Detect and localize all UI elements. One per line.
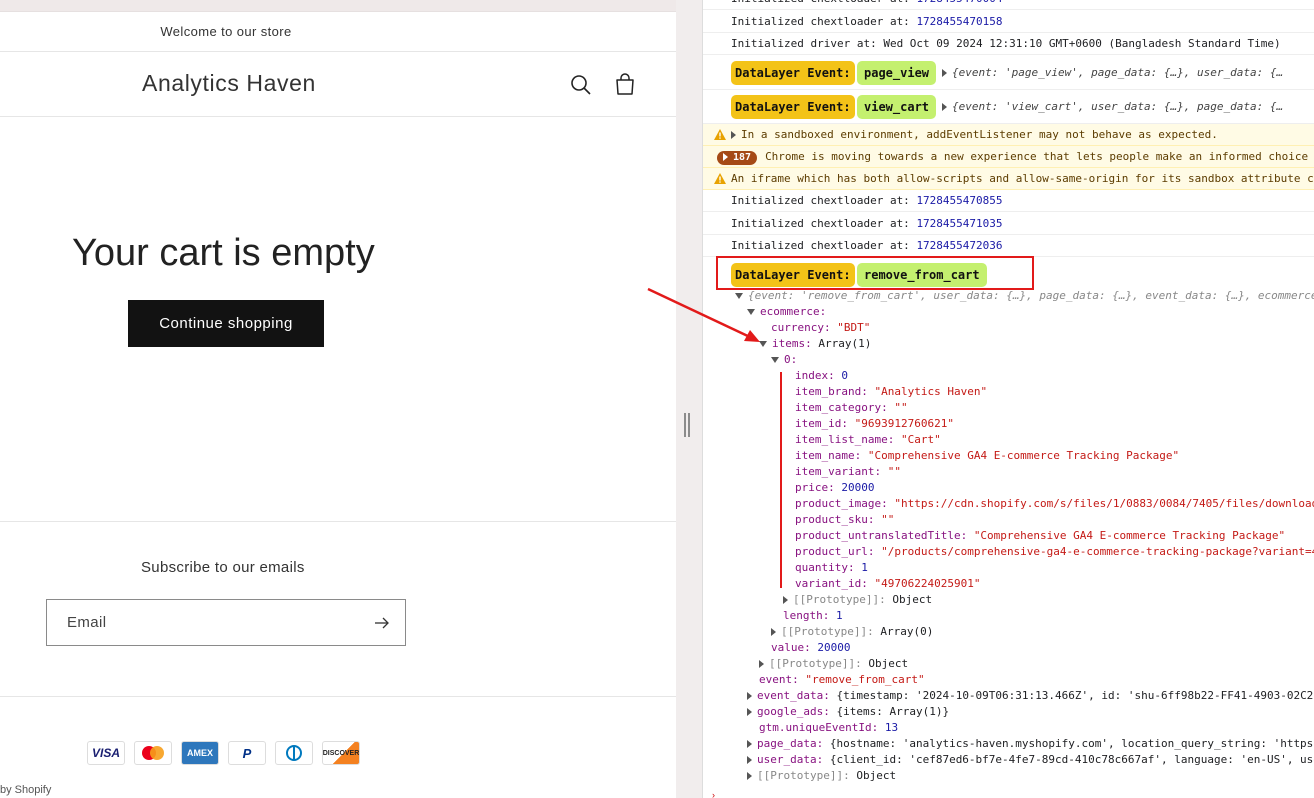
email-placeholder: Email: [67, 614, 107, 631]
tree-prop: value: 20000: [771, 641, 851, 654]
datalayer-event-row[interactable]: DataLayer Event: page_view {event: 'view…: [703, 56, 1314, 90]
subscribe-title: Subscribe to our emails: [141, 559, 305, 576]
tree-node-prototype[interactable]: [[Prototype]]: Array(0): [771, 624, 933, 640]
tree-prop: length: 1: [783, 609, 843, 622]
tree-prop: gtm.uniqueEventId: 13: [759, 721, 899, 734]
mastercard-icon: [134, 741, 172, 765]
cart-icon[interactable]: [612, 72, 638, 98]
tree-node-item-0[interactable]: 0:: [771, 352, 797, 368]
console-value-link[interactable]: 1728455471035: [916, 217, 1002, 230]
divider: [0, 696, 676, 697]
tree-node-prototype[interactable]: [[Prototype]]: Object: [747, 768, 896, 784]
tree-prop: item_brand: "Analytics Haven": [795, 385, 988, 398]
tree-node-user-data[interactable]: user_data: {client_id: 'cef87ed6-bf7e-4f…: [747, 752, 1314, 768]
payment-icons: VISA AMEX P DISCOVER: [87, 741, 360, 765]
divider: [0, 521, 676, 522]
event-preview[interactable]: {event: 'view_cart', user_data: {…}, pag…: [942, 56, 1283, 90]
highlight-bracket: [780, 372, 782, 588]
tree-node-event-data[interactable]: event_data: {timestamp: '2024-10-09T06:3…: [747, 688, 1313, 704]
console-prompt-icon[interactable]: ›: [712, 790, 715, 798]
announcement-text: Welcome to our store: [160, 24, 292, 39]
resize-handle[interactable]: [684, 413, 690, 437]
tree-prop: quantity: 1: [795, 561, 868, 574]
discover-icon: DISCOVER: [322, 741, 360, 765]
console-value-link[interactable]: 1728455470158: [916, 15, 1002, 28]
console-line: Initialized chextloader at: 172845547015…: [703, 11, 1314, 33]
visa-icon: VISA: [87, 741, 125, 765]
diners-icon: [275, 741, 313, 765]
console-value-link[interactable]: 1728455470855: [916, 194, 1002, 207]
arrow-right-icon[interactable]: [373, 614, 391, 632]
console-warning[interactable]: In a sandboxed environment, addEventList…: [703, 124, 1314, 146]
tree-prop: price: 20000: [795, 481, 875, 494]
warning-icon: [714, 129, 726, 140]
console-warning[interactable]: An iframe which has both allow-scripts a…: [703, 168, 1314, 190]
devtools-console: Initialized chextloader at: 172845547000…: [702, 0, 1314, 798]
tree-prop: product_sku: "": [795, 513, 895, 526]
console-line: Initialized chextloader at: 172845547085…: [703, 190, 1314, 212]
console-line: Initialized chextloader at: 172845547103…: [703, 213, 1314, 235]
panel-splitter[interactable]: [676, 0, 702, 798]
store-brand[interactable]: Analytics Haven: [142, 70, 316, 97]
search-icon[interactable]: [568, 72, 594, 98]
tree-prop: item_list_name: "Cart": [795, 433, 941, 446]
paypal-icon: P: [228, 741, 266, 765]
tree-prop: product_untranslatedTitle: "Comprehensiv…: [795, 529, 1286, 542]
issue-count-badge[interactable]: 187: [717, 151, 758, 165]
tree-node-google-ads[interactable]: google_ads: {items: Array(1)}: [747, 704, 949, 720]
store-page: Welcome to our store Analytics Haven You…: [0, 0, 676, 798]
tree-prop: index: 0: [795, 369, 848, 382]
warning-icon: [714, 173, 726, 184]
tree-prop: variant_id: "49706224025901": [795, 577, 981, 590]
tree-prop: currency: "BDT": [771, 321, 871, 334]
tree-node-items[interactable]: items: Array(1): [759, 336, 871, 352]
tree-root[interactable]: {event: 'remove_from_cart', user_data: {…: [735, 288, 1314, 304]
tree-prop: item_name: "Comprehensive GA4 E-commerce…: [795, 449, 1180, 462]
datalayer-event-row[interactable]: DataLayer Event: view_cart {event: 'view…: [703, 90, 1314, 124]
cart-empty-title: Your cart is empty: [72, 232, 375, 274]
tree-prop: product_image: "https://cdn.shopify.com/…: [795, 497, 1314, 510]
annotation-arrow: [647, 287, 760, 342]
event-preview[interactable]: {event: 'view_cart', user_data: {…}, pag…: [942, 90, 1283, 124]
tree-node-prototype[interactable]: [[Prototype]]: Object: [783, 592, 932, 608]
console-line: Initialized chextloader at: 172845547203…: [703, 235, 1314, 257]
console-line: Initialized chextloader at: 172845547000…: [703, 0, 1314, 10]
datalayer-label: DataLayer Event:: [731, 95, 855, 119]
datalayer-label: DataLayer Event:: [731, 61, 855, 85]
email-field[interactable]: Email: [46, 599, 406, 646]
console-line: Initialized driver at: Wed Oct 09 2024 1…: [703, 33, 1314, 55]
console-value-link[interactable]: 1728455470004: [916, 0, 1002, 5]
powered-by[interactable]: by Shopify: [0, 784, 51, 796]
tree-node-page-data[interactable]: page_data: {hostname: 'analytics-haven.m…: [747, 736, 1313, 752]
top-strip: [0, 0, 676, 12]
continue-shopping-button[interactable]: Continue shopping: [128, 300, 324, 347]
tree-prop: item_category: "": [795, 401, 908, 414]
event-name-badge: page_view: [857, 61, 937, 85]
tree-prop: event: "remove_from_cart": [759, 673, 925, 686]
tree-node-prototype[interactable]: [[Prototype]]: Object: [759, 656, 908, 672]
tree-prop: item_id: "9693912760621": [795, 417, 954, 430]
store-header: Analytics Haven: [0, 52, 676, 117]
tree-prop: product_url: "/products/comprehensive-ga…: [795, 545, 1314, 558]
console-issue[interactable]: 187 Chrome is moving towards a new experi…: [703, 146, 1314, 168]
event-name-badge: view_cart: [857, 95, 937, 119]
announcement-bar: Welcome to our store: [0, 12, 676, 52]
amex-icon: AMEX: [181, 741, 219, 765]
console-value-link[interactable]: 1728455472036: [916, 239, 1002, 252]
tree-prop: item_variant: "": [795, 465, 901, 478]
